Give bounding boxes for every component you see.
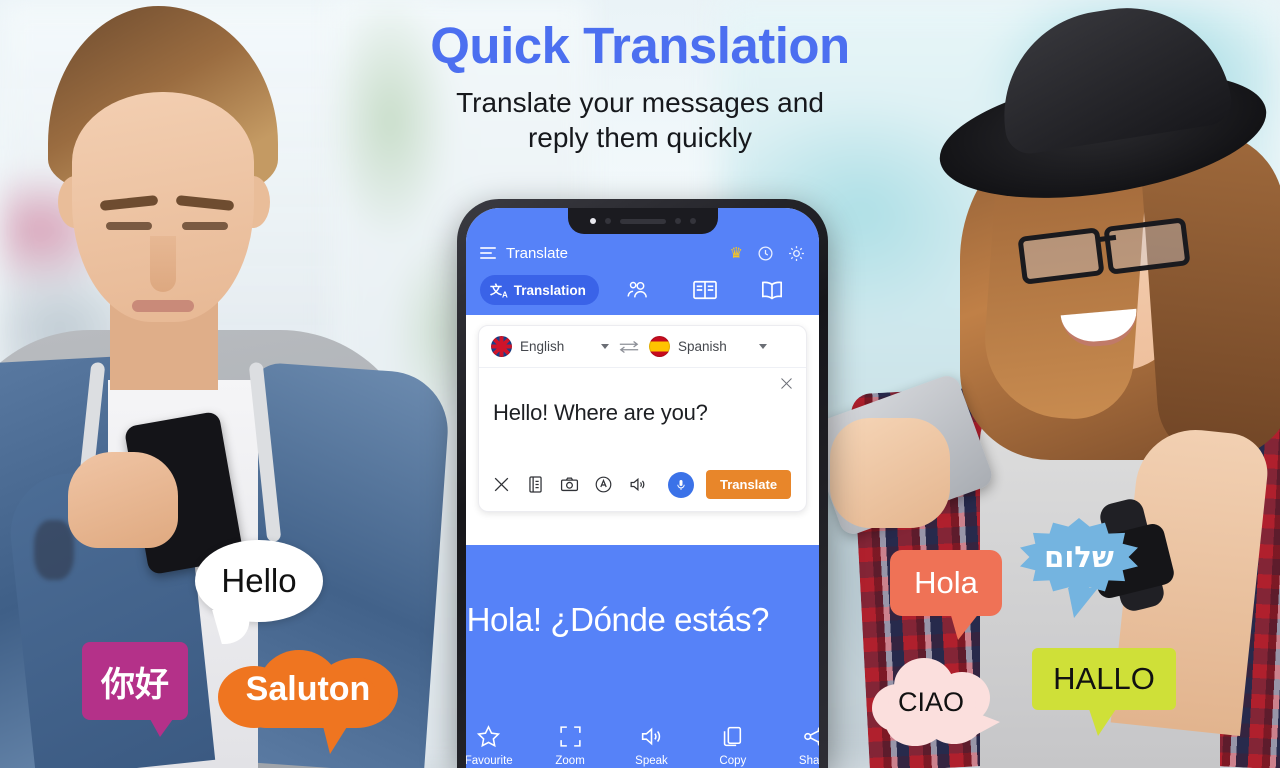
tab-dictionary[interactable] [738, 279, 805, 301]
action-speak-label: Speak [635, 755, 668, 767]
share-icon [802, 723, 819, 749]
phone-notch [567, 208, 718, 234]
speech-bubble-hola-text: Hola [914, 565, 978, 600]
clear-text-icon[interactable] [492, 475, 526, 494]
translate-button[interactable]: Translate [706, 470, 792, 500]
action-share-label: Share [798, 755, 819, 767]
input-toolbar: Translate [479, 460, 806, 511]
microphone-icon[interactable] [668, 471, 694, 498]
translation-card: English Spanish Hello! Where are you? Tr… [478, 325, 807, 513]
swap-languages-button[interactable] [609, 340, 649, 354]
translated-text: ¡Hola! ¿Dónde estás? [466, 601, 769, 638]
tab-conversation[interactable] [605, 279, 672, 301]
two-page-icon [693, 281, 717, 300]
notch-sensor-dot-2 [689, 218, 696, 224]
action-favourite-label: Favourite [466, 755, 513, 767]
flag-gb-icon [491, 336, 512, 358]
speech-bubble-hallo: HALLO [1032, 648, 1176, 736]
swap-arrows-icon [619, 340, 639, 353]
notch-camera-dot [674, 218, 681, 224]
app-header-top-row: Translate ♛ [480, 238, 805, 268]
notch-led-dot [589, 218, 596, 224]
speech-bubble-ciao: CIAO [872, 658, 1000, 746]
page-subtitle-line-2: reply them quickly [527, 122, 753, 154]
result-action-bar: Favourite Zoom Speak Copy Sha [466, 723, 819, 767]
app-title: Translate [506, 244, 568, 262]
action-copy-label: Copy [719, 755, 747, 767]
target-language-label: Spanish [678, 339, 727, 355]
page-subtitle-line-1: Translate your messages and [456, 87, 824, 119]
star-icon [476, 723, 501, 749]
action-zoom-label: Zoom [555, 755, 585, 767]
page-subtitle: Translate your messages and reply them q… [320, 85, 960, 155]
tab-phrasebook[interactable] [672, 279, 739, 301]
speech-bubble-saluton: Saluton [218, 650, 398, 754]
speaker-icon [639, 723, 664, 749]
chevron-down-icon [759, 344, 767, 350]
phone-mockup: Translate ♛ 文A Translation English Spani… [457, 199, 828, 768]
target-language-selector[interactable]: Spanish [649, 336, 767, 358]
translate-glyph-icon: 文A [490, 283, 508, 300]
fullscreen-icon [558, 723, 583, 749]
crown-icon[interactable]: ♛ [730, 246, 743, 261]
app-header-actions: ♛ [730, 245, 805, 262]
speech-bubble-shalom: שלום [1020, 518, 1138, 618]
notch-sensor-dot [604, 218, 611, 224]
speech-bubble-ciao-text: CIAO [897, 686, 964, 717]
chevron-down-icon [601, 344, 609, 350]
action-speak[interactable]: Speak [616, 723, 686, 767]
paste-clipboard-icon[interactable] [526, 475, 560, 494]
source-language-label: English [520, 339, 565, 355]
notch-speaker-bar [619, 218, 666, 224]
clear-input-icon[interactable] [779, 376, 794, 391]
promo-headline-block: Quick Translation Translate your message… [320, 18, 960, 155]
copy-icon [720, 723, 745, 749]
phone-screen: Translate ♛ 文A Translation English Spani… [466, 208, 819, 768]
menu-icon[interactable] [480, 246, 496, 260]
tab-translation[interactable]: 文A Translation [480, 275, 599, 306]
action-copy[interactable]: Copy [698, 723, 768, 767]
source-text-input[interactable]: Hello! Where are you? [493, 400, 792, 426]
language-selector-row: English Spanish [479, 326, 806, 369]
phone-bezel: Translate ♛ 文A Translation English Spani… [457, 199, 828, 768]
translation-result-panel: ¡Hola! ¿Dónde estás? Favourite Zoom Spea… [466, 545, 819, 768]
source-language-selector[interactable]: English [491, 336, 609, 358]
page-title: Quick Translation [430, 17, 850, 74]
speech-bubble-hello-text: Hello [221, 562, 297, 599]
speech-bubble-hallo-text: HALLO [1053, 661, 1155, 696]
app-tab-bar: 文A Translation [480, 268, 805, 315]
history-clock-icon[interactable] [757, 245, 774, 262]
speaker-icon[interactable] [628, 475, 662, 494]
speech-bubble-shalom-text: שלום [1044, 540, 1114, 574]
speech-bubble-nihao-text: 你好 [101, 664, 169, 705]
speech-bubble-hello: Hello [195, 540, 323, 622]
speech-bubble-hola: Hola [890, 550, 1002, 640]
action-share[interactable]: Share [779, 723, 819, 767]
speech-bubble-saluton-text: Saluton [245, 669, 371, 708]
open-book-icon [761, 281, 782, 300]
people-icon [627, 281, 648, 298]
action-zoom[interactable]: Zoom [535, 723, 605, 767]
action-favourite[interactable]: Favourite [466, 723, 524, 767]
tab-translation-label: Translation [513, 282, 586, 298]
brightness-sun-icon[interactable] [788, 245, 805, 262]
speech-bubble-nihao: 你好 [82, 642, 188, 737]
flag-es-icon [649, 336, 670, 358]
handwriting-icon[interactable] [594, 475, 628, 494]
source-text-area[interactable]: Hello! Where are you? [479, 368, 806, 460]
camera-icon[interactable] [560, 475, 594, 494]
